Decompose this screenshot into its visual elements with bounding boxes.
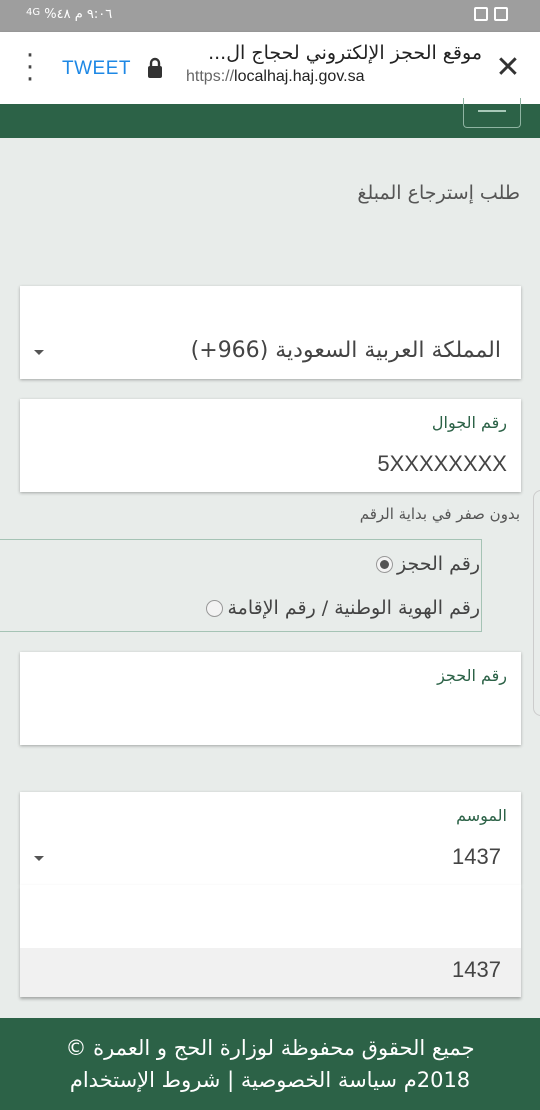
browser-toolbar: · · · TWEET موقع الحجز الإلكتروني لحجاج ال… bbox=[0, 32, 540, 104]
footer-links: 2018م سياسة الخصوصية | شروط الإستخدام bbox=[69, 1068, 471, 1092]
page-url: https://localhaj.haj.gov.sa bbox=[186, 68, 365, 85]
site-footer: جميع الحقوق محفوظة لوزارة الحج و العمرة … bbox=[0, 1018, 540, 1110]
mobile-hint: بدون صفر في بداية الرقم bbox=[359, 505, 520, 523]
country-select[interactable]: المملكة العربية السعودية (966+) bbox=[20, 286, 521, 379]
terms-of-use-link[interactable]: شروط الإستخدام bbox=[70, 1068, 221, 1092]
radio-booking-number[interactable]: رقم الحجز bbox=[375, 553, 480, 575]
season-select-value: 1437 bbox=[452, 844, 501, 869]
gallery-icon bbox=[474, 7, 488, 21]
radio-button[interactable] bbox=[375, 555, 393, 573]
season-label: الموسم bbox=[456, 806, 507, 825]
season-select[interactable]: الموسم 1437 bbox=[20, 792, 521, 885]
radio-button[interactable] bbox=[206, 599, 224, 617]
network-type: 4G bbox=[26, 7, 41, 18]
image-icon bbox=[494, 7, 508, 21]
notification-icons bbox=[474, 7, 508, 21]
chevron-down-icon bbox=[34, 350, 44, 355]
tweet-button[interactable]: TWEET bbox=[62, 58, 131, 80]
lock-icon bbox=[148, 57, 162, 78]
country-select-value: المملكة العربية السعودية (966+) bbox=[190, 338, 501, 363]
booking-number-field[interactable]: رقم الحجز bbox=[20, 652, 521, 745]
season-options-list: 1437 bbox=[20, 885, 521, 997]
chevron-down-icon bbox=[34, 856, 44, 861]
mobile-field[interactable]: رقم الجوال 5XXXXXXXX bbox=[20, 399, 521, 492]
copyright-text: جميع الحقوق محفوظة لوزارة الحج و العمرة … bbox=[65, 1036, 475, 1060]
side-panel-edge bbox=[533, 490, 540, 716]
radio-national-id[interactable]: رقم الهوية الوطنية / رقم الإقامة bbox=[206, 597, 480, 619]
mobile-input[interactable]: 5XXXXXXXX bbox=[377, 451, 507, 477]
option-blank[interactable] bbox=[20, 885, 521, 948]
form-title: طلب إسترجاع المبلغ bbox=[357, 182, 520, 204]
close-icon[interactable]: ✕ bbox=[492, 52, 524, 84]
status-bar: ٩:٠٦ م ٤٨% 4G bbox=[0, 0, 540, 32]
page-info[interactable]: موقع الحجز الإلكتروني لحجاج ال... https:… bbox=[186, 42, 486, 86]
more-options-icon[interactable]: · · · bbox=[18, 43, 42, 93]
privacy-policy-link[interactable]: سياسة الخصوصية bbox=[241, 1068, 397, 1092]
option-1437[interactable]: 1437 bbox=[20, 948, 521, 997]
site-header bbox=[0, 98, 540, 138]
hamburger-menu-button[interactable] bbox=[463, 98, 521, 128]
page-title: موقع الحجز الإلكتروني لحجاج ال... bbox=[208, 42, 482, 64]
id-type-radio-group: رقم الحجز رقم الهوية الوطنية / رقم الإقا… bbox=[0, 539, 482, 632]
status-time-battery: ٩:٠٦ م ٤٨% 4G bbox=[26, 7, 113, 22]
booking-number-label: رقم الحجز bbox=[437, 666, 507, 685]
mobile-label: رقم الجوال bbox=[431, 413, 507, 432]
hamburger-icon bbox=[478, 110, 506, 112]
